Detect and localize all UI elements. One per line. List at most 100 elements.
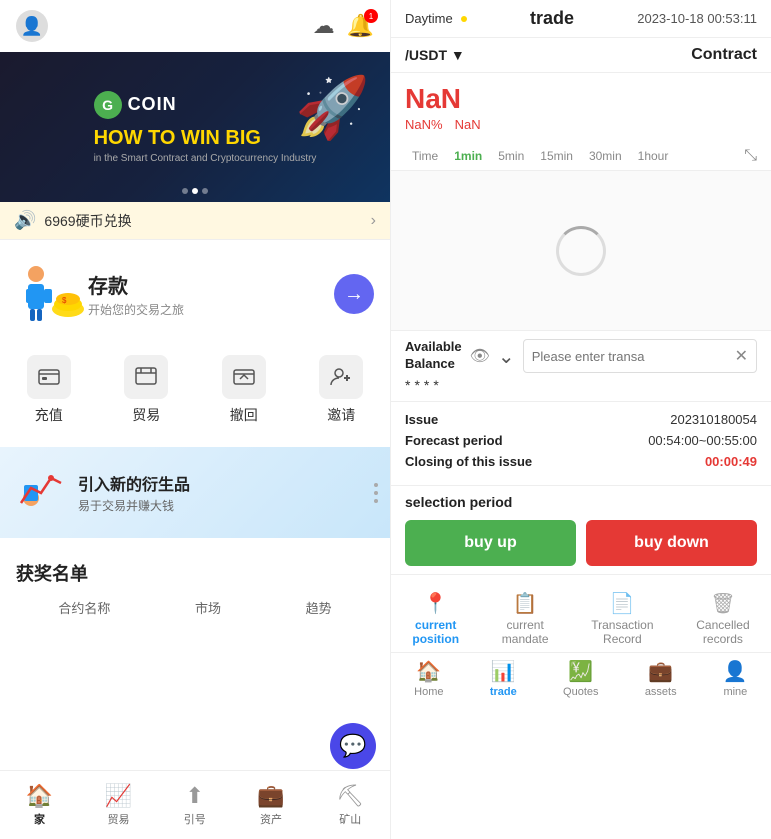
nav-home[interactable]: 🏠 家 xyxy=(18,779,61,831)
action-trade[interactable]: 贸易 xyxy=(124,355,168,425)
issue-row: Issue 202310180054 xyxy=(405,412,757,427)
rb-assets[interactable]: 💼 assets xyxy=(645,659,677,698)
rb-mine[interactable]: 👤 mine xyxy=(723,659,748,698)
position-label: currentposition xyxy=(412,618,459,646)
trade-info: Issue 202310180054 Forecast period 00:54… xyxy=(391,402,771,486)
logo-icon: G xyxy=(94,91,122,119)
home-icon: 🏠 xyxy=(26,783,53,809)
closing-row: Closing of this issue 00:00:49 xyxy=(405,454,757,469)
nav-assets[interactable]: 💼 资产 xyxy=(249,779,292,831)
col-trend: 趋势 xyxy=(306,598,332,617)
derivatives-dots xyxy=(374,483,378,503)
nav-quotes-label: 引号 xyxy=(184,811,206,827)
svg-text:$: $ xyxy=(62,296,67,305)
loading-spinner xyxy=(556,226,606,276)
rb-trade[interactable]: 📊 trade xyxy=(490,659,517,698)
notification-icon[interactable]: 🔔 1 xyxy=(347,13,374,39)
right-title: trade xyxy=(530,8,574,29)
tab-time[interactable]: Time xyxy=(405,146,445,166)
dot-1 xyxy=(182,188,188,194)
trade-icon xyxy=(124,355,168,399)
tab-1hour[interactable]: 1hour xyxy=(631,146,676,166)
nav-trade[interactable]: 📈 贸易 xyxy=(97,779,140,831)
avatar[interactable]: 👤 xyxy=(16,10,48,42)
tab-1min[interactable]: 1min xyxy=(447,146,489,166)
tab-15min[interactable]: 15min xyxy=(533,146,580,166)
chat-button[interactable]: 💬 xyxy=(330,723,376,769)
rb-assets-icon: 💼 xyxy=(648,659,673,684)
action-recharge[interactable]: 充值 xyxy=(27,355,71,425)
rb-home-icon: 🏠 xyxy=(416,659,441,684)
rb-assets-label: assets xyxy=(645,686,677,698)
closing-key: Closing of this issue xyxy=(405,454,532,469)
position-icon: 📍 xyxy=(423,591,448,616)
contract-label: Contract xyxy=(691,46,757,64)
nav-quotes[interactable]: ⬆ 引号 xyxy=(176,779,214,831)
col-contract: 合约名称 xyxy=(58,598,110,617)
promo-bar[interactable]: 🔊 6969硬币兑换 › xyxy=(0,202,390,240)
deposit-image: $ xyxy=(16,264,76,324)
chart-area xyxy=(391,171,771,331)
deposit-left: $ 存款 开始您的交易之旅 xyxy=(16,264,184,324)
cancelled-icon: 🗑 xyxy=(710,591,735,616)
dot-3 xyxy=(202,188,208,194)
tab-30min[interactable]: 30min xyxy=(582,146,629,166)
trade-buttons: buy up buy down xyxy=(405,520,757,566)
transaction-label: TransactionRecord xyxy=(591,618,653,646)
banner-title: HOW TO WIN BIG xyxy=(94,127,261,149)
tab-current-mandate[interactable]: 📋 currentmandate xyxy=(494,585,557,652)
right-header: Daytime trade 2023-10-18 00:53:11 xyxy=(391,0,771,38)
balance-eye-icon[interactable]: 👁 xyxy=(470,346,490,366)
transaction-input[interactable] xyxy=(532,349,735,364)
buy-down-button[interactable]: buy down xyxy=(586,520,757,566)
cancelled-label: Cancelledrecords xyxy=(696,618,749,646)
withdraw-icon xyxy=(222,355,266,399)
derivatives-subtitle: 易于交易并赚大钱 xyxy=(78,497,190,514)
tab-current-position[interactable]: 📍 currentposition xyxy=(404,585,467,652)
deriv-dot-3 xyxy=(374,499,378,503)
derivatives-icon xyxy=(16,463,66,522)
left-nav: 🏠 家 📈 贸易 ⬆ 引号 💼 资产 ⛏ 矿山 xyxy=(0,770,390,839)
tab-cancelled-records[interactable]: 🗑 Cancelledrecords xyxy=(688,585,757,652)
nav-home-label: 家 xyxy=(34,811,45,827)
rb-mine-icon: 👤 xyxy=(723,659,748,684)
right-panel: Daytime trade 2023-10-18 00:53:11 /USDT … xyxy=(390,0,771,839)
mandate-icon: 📋 xyxy=(513,591,538,616)
deposit-title: 存款 xyxy=(88,270,184,299)
header-icons: ☁ 🔔 1 xyxy=(313,13,374,39)
balance-dropdown-icon[interactable]: ⌄ xyxy=(498,344,515,369)
tab-transaction-record[interactable]: 📄 TransactionRecord xyxy=(583,585,661,652)
pair-text: /USDT ▼ xyxy=(405,47,465,63)
tab-5min[interactable]: 5min xyxy=(491,146,531,166)
rb-home[interactable]: 🏠 Home xyxy=(414,659,443,698)
buy-up-button[interactable]: buy up xyxy=(405,520,576,566)
rb-quotes[interactable]: 💹 Quotes xyxy=(563,659,598,698)
action-invite[interactable]: 邀请 xyxy=(319,355,363,425)
price-main: NaN xyxy=(405,83,757,115)
banner-dots xyxy=(182,188,208,194)
day-label: Daytime xyxy=(405,11,453,26)
cloud-icon[interactable]: ☁ xyxy=(313,13,335,39)
expand-icon[interactable]: ⤡ xyxy=(744,147,757,165)
forecast-key: Forecast period xyxy=(405,433,503,448)
rb-mine-label: mine xyxy=(723,686,747,698)
nav-trade-icon: 📈 xyxy=(105,783,132,809)
promo-arrow-icon: › xyxy=(371,212,376,230)
right-tabs: 📍 currentposition 📋 currentmandate 📄 Tra… xyxy=(391,574,771,652)
logo-text: COIN xyxy=(128,94,177,115)
derivatives-banner[interactable]: 引入新的衍生品 易于交易并赚大钱 xyxy=(0,447,390,538)
deposit-button[interactable]: → xyxy=(334,274,374,314)
nav-mine[interactable]: ⛏ 矿山 xyxy=(328,779,372,831)
deposit-section: $ 存款 开始您的交易之旅 → xyxy=(0,248,390,340)
selection-period: selection period buy up buy down xyxy=(391,486,771,574)
dot-2 xyxy=(192,188,198,194)
price-val: NaN xyxy=(455,117,481,132)
closing-val: 00:00:49 xyxy=(705,454,757,469)
clear-input-icon[interactable]: ✕ xyxy=(735,346,748,366)
rb-trade-label: trade xyxy=(490,686,517,698)
recharge-icon xyxy=(27,355,71,399)
derivatives-text: 引入新的衍生品 易于交易并赚大钱 xyxy=(78,471,190,514)
action-withdraw[interactable]: 撤回 xyxy=(222,355,266,425)
usdt-pair[interactable]: /USDT ▼ xyxy=(405,47,465,63)
action-withdraw-label: 撤回 xyxy=(230,405,258,425)
